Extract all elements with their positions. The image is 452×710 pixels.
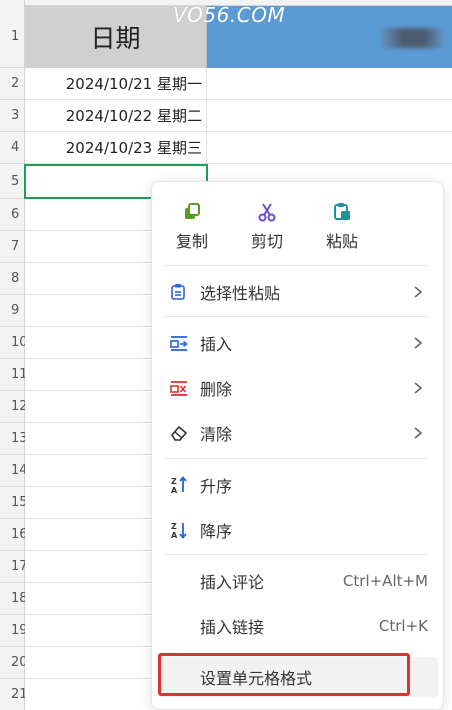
insert-link-menu-item[interactable]: 插入链接 Ctrl+K xyxy=(158,606,438,646)
row-number[interactable]: 12 xyxy=(0,391,25,423)
menu-separator xyxy=(164,554,428,555)
copy-icon xyxy=(185,203,200,219)
cell-a4[interactable]: 2024/10/23 星期三 xyxy=(25,132,207,164)
clear-menu-item[interactable]: 清除 xyxy=(158,413,438,453)
shortcut-label: Ctrl+Alt+M xyxy=(342,572,428,590)
insert-menu-item[interactable]: 插入 xyxy=(158,323,438,363)
svg-text:A: A xyxy=(171,531,178,539)
chevron-right-icon xyxy=(414,427,423,439)
shortcut-label: Ctrl+K xyxy=(378,617,428,635)
row-number[interactable]: 20 xyxy=(0,647,25,679)
paste-special-icon xyxy=(171,284,185,300)
row-number[interactable]: 10 xyxy=(0,327,25,359)
row-number[interactable]: 15 xyxy=(0,487,25,519)
svg-text:Z: Z xyxy=(171,522,177,531)
eraser-icon xyxy=(171,426,187,441)
delete-icon xyxy=(170,381,187,396)
copy-button[interactable]: 复制 xyxy=(165,202,219,252)
row-number[interactable]: 8 xyxy=(0,263,25,295)
paste-button[interactable]: 粘贴 xyxy=(315,202,369,252)
row-number[interactable]: 5 xyxy=(0,164,25,199)
row-number[interactable]: 16 xyxy=(0,519,25,551)
row-number[interactable]: 18 xyxy=(0,583,25,615)
row-number[interactable]: 6 xyxy=(0,199,25,231)
cell-a2[interactable]: 2024/10/21 星期一 xyxy=(25,68,207,100)
paste-special-menu-item[interactable]: 选择性粘贴 xyxy=(158,272,438,312)
cut-button[interactable]: 剪切 xyxy=(240,202,294,252)
row-number[interactable]: 21 xyxy=(0,679,25,710)
blurred-header-text xyxy=(380,28,444,48)
row-number[interactable]: 1 xyxy=(0,6,25,68)
annotation-highlight-box xyxy=(158,653,410,696)
sort-descending-icon: Z A xyxy=(171,522,187,539)
sort-ascending-menu-item[interactable]: Z A 升序 xyxy=(158,465,438,505)
menu-separator xyxy=(164,265,428,266)
menu-separator xyxy=(164,458,428,459)
svg-text:A: A xyxy=(171,486,178,494)
row-number[interactable]: 3 xyxy=(0,100,25,132)
svg-text:Z: Z xyxy=(171,477,177,486)
sort-ascending-icon: Z A xyxy=(171,476,187,494)
row-number[interactable]: 11 xyxy=(0,359,25,391)
context-menu: 复制 剪切 粘贴 选择性粘贴 插入 删除 清除 Z A 升序 Z A 降序 插入… xyxy=(151,181,444,710)
row-number[interactable]: 13 xyxy=(0,423,25,455)
chevron-right-icon xyxy=(414,337,423,349)
row-number-gutter: 123456789101112131415161718192021 xyxy=(0,0,25,710)
delete-menu-item[interactable]: 删除 xyxy=(158,368,438,408)
chevron-right-icon xyxy=(414,382,423,394)
paste-icon xyxy=(334,203,350,220)
cell-b3[interactable] xyxy=(207,100,452,132)
chevron-right-icon xyxy=(414,286,423,298)
sort-descending-menu-item[interactable]: Z A 降序 xyxy=(158,510,438,550)
row-number[interactable]: 9 xyxy=(0,295,25,327)
scissors-icon xyxy=(258,203,276,222)
row-number[interactable]: 7 xyxy=(0,231,25,263)
row-number[interactable]: 2 xyxy=(0,68,25,100)
insert-comment-menu-item[interactable]: 插入评论 Ctrl+Alt+M xyxy=(158,561,438,601)
row-number[interactable]: 17 xyxy=(0,551,25,583)
header-date-label: 日期 xyxy=(90,24,141,53)
insert-icon xyxy=(170,336,188,351)
row-number[interactable]: 4 xyxy=(0,132,25,164)
row-number[interactable]: 14 xyxy=(0,455,25,487)
cell-b2[interactable] xyxy=(207,68,452,100)
cell-a3[interactable]: 2024/10/22 星期二 xyxy=(25,100,207,132)
row-number[interactable]: 19 xyxy=(0,615,25,647)
cell-b4[interactable] xyxy=(207,132,452,164)
menu-separator xyxy=(164,316,428,317)
watermark-text: VO56.COM xyxy=(173,3,286,27)
